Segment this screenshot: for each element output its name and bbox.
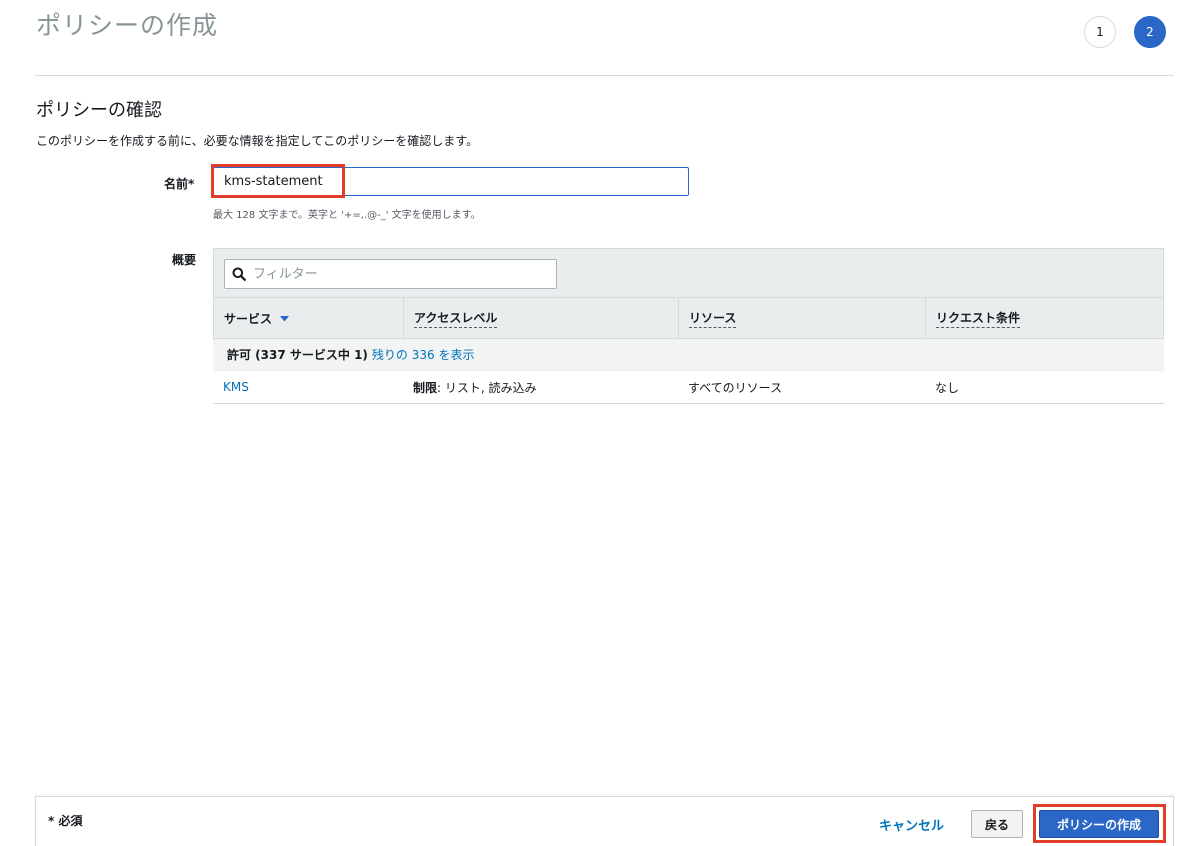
group-label: 許可 (337 サービス中 1) — [227, 348, 368, 362]
section-description: このポリシーを作成する前に、必要な情報を指定してこのポリシーを確認します。 — [36, 134, 479, 148]
column-access-level-label: アクセスレベル — [414, 309, 498, 328]
page-title: ポリシーの作成 — [36, 11, 219, 40]
summary-table-header: サービス アクセスレベル リソース リクエスト条件 — [213, 248, 1164, 339]
column-request-condition[interactable]: リクエスト条件 — [926, 298, 1163, 339]
name-input[interactable] — [214, 168, 688, 195]
back-button[interactable]: 戻る — [971, 810, 1023, 838]
access-level-prefix: 制限 — [413, 380, 438, 395]
header-divider — [35, 75, 1174, 76]
name-label: 名前* — [164, 177, 195, 191]
column-resource[interactable]: リソース — [679, 298, 926, 339]
column-request-condition-label: リクエスト条件 — [936, 309, 1021, 328]
step-indicator: 1 2 — [1084, 16, 1166, 48]
column-service[interactable]: サービス — [214, 298, 404, 339]
column-access-level[interactable]: アクセスレベル — [404, 298, 679, 339]
group-row-allow: 許可 (337 サービス中 1) 残りの 336 を表示 — [213, 339, 1164, 371]
table-row: KMS 制限: リスト, 読み込み すべてのリソース なし — [213, 371, 1164, 404]
resource-cell: すべてのリソース — [688, 380, 783, 395]
column-service-label: サービス — [224, 312, 273, 326]
condition-cell: なし — [935, 380, 960, 395]
filter-field — [224, 259, 557, 289]
name-hint: 最大 128 文字まで。英字と '+=,.@-_' 文字を使用します。 — [213, 210, 481, 221]
sort-down-icon[interactable] — [280, 315, 290, 322]
create-policy-button[interactable]: ポリシーの作成 — [1039, 810, 1159, 838]
column-resource-label: リソース — [689, 309, 737, 328]
filter-input[interactable] — [253, 266, 543, 282]
service-link-kms[interactable]: KMS — [213, 380, 403, 394]
column-headers: サービス アクセスレベル リソース リクエスト条件 — [214, 297, 1163, 339]
footer-bar: * 必須 キャンセル 戻る ポリシーの作成 — [35, 796, 1174, 846]
summary-label: 概要 — [172, 253, 197, 267]
cancel-button[interactable]: キャンセル — [879, 815, 944, 834]
access-level-value: : リスト, 読み込み — [437, 380, 537, 395]
access-level-cell: 制限: リスト, 読み込み — [403, 379, 678, 396]
step-1[interactable]: 1 — [1084, 16, 1116, 48]
show-remaining-link[interactable]: 残りの 336 を表示 — [372, 346, 475, 363]
search-icon — [225, 267, 253, 281]
section-title: ポリシーの確認 — [36, 100, 162, 121]
name-field-container — [213, 167, 689, 196]
step-2[interactable]: 2 — [1134, 16, 1166, 48]
summary-table: サービス アクセスレベル リソース リクエスト条件 許可 (337 サービス中 … — [213, 248, 1164, 404]
required-note: * 必須 — [48, 814, 83, 828]
